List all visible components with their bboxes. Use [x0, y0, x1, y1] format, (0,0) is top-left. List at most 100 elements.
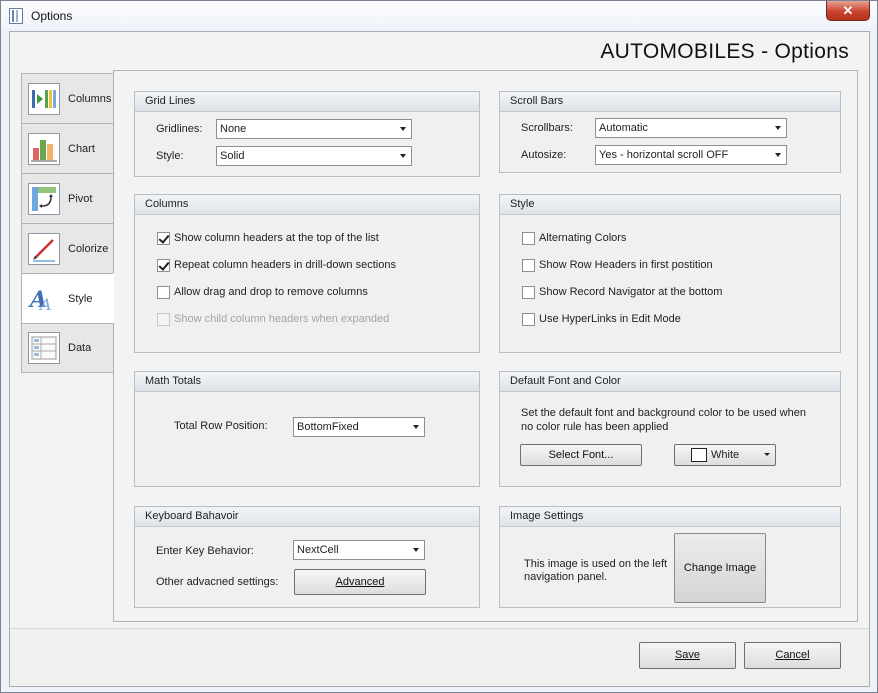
window-close-button[interactable]: ✕: [826, 1, 870, 21]
enter-key-behavior-label: Enter Key Behavior:: [156, 545, 254, 557]
style-label: Style:: [156, 150, 184, 162]
style-options-panel: Grid Lines Gridlines: None Style: Solid …: [113, 70, 858, 622]
checkbox-box[interactable]: [522, 231, 535, 245]
chevron-down-icon: [400, 127, 406, 131]
default-font-description: Set the default font and background colo…: [521, 407, 806, 433]
repeat-column-headers-checkbox[interactable]: Repeat column headers in drill-down sect…: [157, 257, 396, 273]
page-title: AUTOMOBILES - Options: [600, 40, 849, 63]
nav-label-pivot: Pivot: [68, 192, 93, 205]
nav-item-colorize[interactable]: Colorize: [21, 223, 114, 273]
background-color-dropdown[interactable]: White: [674, 444, 776, 466]
dialog-footer: Save Cancel: [10, 628, 869, 686]
enter-key-behavior-dropdown[interactable]: NextCell: [293, 540, 425, 560]
gridlines-dropdown[interactable]: None: [216, 119, 412, 139]
colorize-icon: [28, 232, 60, 265]
nav-item-chart[interactable]: Chart: [21, 123, 114, 173]
show-record-navigator-checkbox[interactable]: Show Record Navigator at the bottom: [522, 284, 722, 300]
nav-label-columns: Columns: [68, 92, 112, 105]
group-title: Columns: [135, 195, 479, 215]
window-app-icon: [9, 8, 23, 24]
group-title: Grid Lines: [135, 92, 479, 112]
style-dropdown[interactable]: Solid: [216, 146, 412, 166]
columns-icon: [28, 82, 60, 115]
columns-group: Columns Show column headers at the top o…: [134, 194, 480, 353]
enter-key-behavior-value: NextCell: [297, 544, 339, 556]
image-settings-group: Image Settings This image is used on the…: [499, 506, 841, 608]
autosize-label: Autosize:: [521, 149, 567, 161]
other-settings-label: Other advacned settings:: [156, 576, 279, 588]
cancel-button[interactable]: Cancel: [744, 642, 841, 669]
gridlines-label: Gridlines:: [156, 123, 203, 135]
pivot-icon: [28, 182, 60, 215]
alternating-colors-checkbox[interactable]: Alternating Colors: [522, 230, 626, 246]
checkbox-box[interactable]: [522, 285, 535, 299]
checkbox-box[interactable]: [522, 312, 535, 326]
image-settings-description: This image is used on the left navigatio…: [524, 558, 668, 583]
total-row-position-dropdown[interactable]: BottomFixed: [293, 417, 425, 437]
scrollbars-dropdown[interactable]: Automatic: [595, 118, 787, 138]
group-title: Image Settings: [500, 507, 840, 527]
show-child-headers-checkbox: Show child column headers when expanded: [157, 311, 389, 327]
checkbox-label: Allow drag and drop to remove columns: [174, 286, 368, 298]
nav-label-chart: Chart: [68, 142, 95, 155]
show-row-headers-checkbox[interactable]: Show Row Headers in first postition: [522, 257, 713, 273]
checkbox-label: Show column headers at the top of the li…: [174, 232, 379, 244]
chevron-down-icon: [413, 425, 419, 429]
math-totals-group: Math Totals Total Row Position: BottomFi…: [134, 371, 480, 487]
color-swatch: [691, 448, 707, 462]
group-title: Keyboard Bahavoir: [135, 507, 479, 527]
keyboard-behavior-group: Keyboard Bahavoir Enter Key Behavior: Ne…: [134, 506, 480, 608]
checkbox-label: Show Record Navigator at the bottom: [539, 286, 723, 298]
total-row-position-value: BottomFixed: [297, 421, 359, 433]
chevron-down-icon: [413, 548, 419, 552]
style-icon: A A: [28, 283, 60, 315]
nav-item-pivot[interactable]: Pivot: [21, 173, 114, 223]
left-navigation: Columns Chart Pivot Colorize A A Style D…: [21, 73, 114, 373]
nav-item-data[interactable]: Data: [21, 323, 114, 373]
save-button[interactable]: Save: [639, 642, 736, 669]
nav-item-style[interactable]: A A Style: [21, 273, 114, 323]
save-button-label: Save: [674, 649, 701, 661]
dialog-client: AUTOMOBILES - Options Columns Chart Pivo…: [9, 31, 870, 687]
checkbox-box[interactable]: [522, 258, 535, 272]
default-font-group: Default Font and Color Set the default f…: [499, 371, 841, 487]
checkbox-label: Repeat column headers in drill-down sect…: [174, 259, 396, 271]
checkbox-box[interactable]: [157, 231, 170, 245]
chevron-down-icon: [775, 153, 781, 157]
autosize-dropdown[interactable]: Yes - horizontal scroll OFF: [595, 145, 787, 165]
group-title: Scroll Bars: [500, 92, 840, 112]
change-image-button[interactable]: Change Image: [674, 533, 766, 603]
checkbox-box: [157, 312, 170, 326]
select-font-button[interactable]: Select Font...: [520, 444, 642, 466]
advanced-button[interactable]: Advanced: [294, 569, 426, 595]
advanced-button-label: Advanced: [335, 576, 385, 588]
allow-drag-drop-checkbox[interactable]: Allow drag and drop to remove columns: [157, 284, 368, 300]
checkbox-box[interactable]: [157, 258, 170, 272]
checkbox-label: Alternating Colors: [539, 232, 627, 244]
svg-text:A: A: [38, 295, 52, 313]
show-column-headers-checkbox[interactable]: Show column headers at the top of the li…: [157, 230, 379, 246]
style-value: Solid: [220, 150, 245, 162]
color-value: White: [711, 449, 740, 461]
gridlines-value: None: [220, 123, 247, 135]
group-title: Style: [500, 195, 840, 215]
window-title: Options: [31, 9, 73, 23]
bar-chart-icon: [28, 132, 60, 165]
total-row-position-label: Total Row Position:: [174, 420, 268, 432]
data-icon: [28, 332, 60, 364]
chevron-down-icon: [775, 126, 781, 130]
cancel-button-label: Cancel: [775, 649, 810, 661]
title-bar[interactable]: Options ✕: [1, 1, 877, 31]
checkbox-box[interactable]: [157, 285, 170, 299]
group-title: Default Font and Color: [500, 372, 840, 392]
nav-item-columns[interactable]: Columns: [21, 73, 114, 123]
nav-label-style: Style: [68, 292, 93, 305]
options-window: Options ✕ AUTOMOBILES - Options Columns: [0, 0, 878, 693]
chevron-down-icon: [400, 154, 406, 158]
checkbox-label: Show child column headers when expanded: [174, 313, 390, 325]
chevron-down-icon: [764, 453, 770, 456]
group-title: Math Totals: [135, 372, 479, 392]
use-hyperlinks-checkbox[interactable]: Use HyperLinks in Edit Mode: [522, 311, 681, 327]
scroll-bars-group: Scroll Bars Scrollbars: Automatic Autosi…: [499, 91, 841, 173]
grid-lines-group: Grid Lines Gridlines: None Style: Solid: [134, 91, 480, 177]
